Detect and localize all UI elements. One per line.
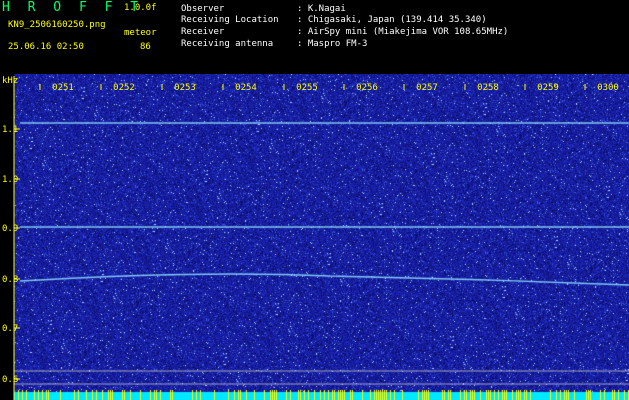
location-value: : Chigasaki, Japan (139.414 35.340) bbox=[297, 15, 487, 25]
spectrogram-canvas bbox=[0, 74, 629, 400]
version-label: 1.0.0f bbox=[124, 3, 157, 13]
mode-label: meteor bbox=[124, 28, 157, 38]
receiver-label: Receiver bbox=[181, 27, 225, 37]
datetime-label: 25.06.16 02:50 bbox=[8, 42, 84, 52]
receiver-value: : AirSpy mini (Miakejima VOR 108.65MHz) bbox=[297, 27, 509, 37]
antenna-label: Receiving antenna bbox=[181, 39, 274, 49]
observer-label: Observer bbox=[181, 4, 225, 14]
observer-value: : K.Nagai bbox=[297, 4, 346, 14]
app-title: H R O F F T bbox=[2, 0, 144, 15]
antenna-value: : Maspro FM-3 bbox=[297, 39, 368, 49]
filename-label: KN9_2506160250.png bbox=[8, 20, 106, 30]
header-panel: H R O F F T 1.0.0f KN9_2506160250.png me… bbox=[0, 0, 629, 74]
location-label: Receiving Location bbox=[181, 15, 279, 25]
count-value: 86 bbox=[140, 42, 151, 52]
